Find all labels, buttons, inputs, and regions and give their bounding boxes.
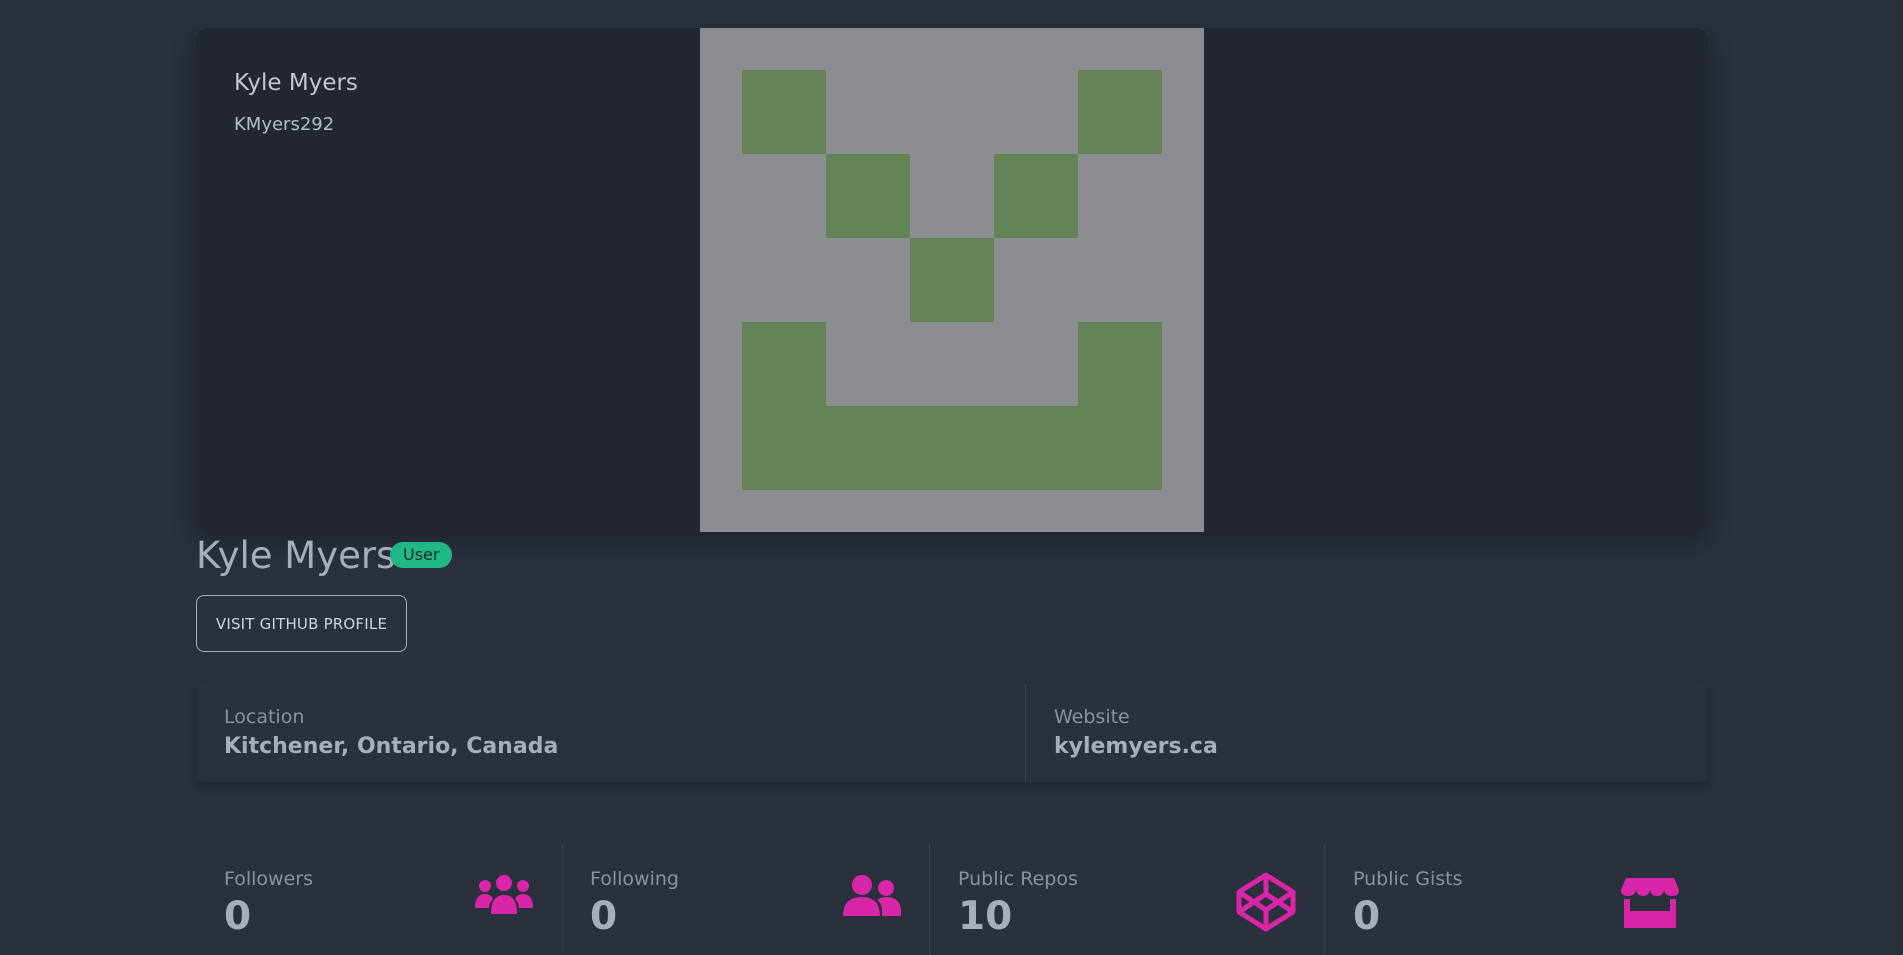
- followers-label: Followers: [224, 868, 313, 890]
- website-link[interactable]: kylemyers.ca: [1054, 734, 1218, 759]
- public-repos-value: 10: [958, 894, 1013, 939]
- codepen-icon: [1236, 872, 1296, 932]
- following-value: 0: [590, 894, 618, 939]
- users-icon: [475, 875, 533, 914]
- public-gists-value: 0: [1353, 894, 1381, 939]
- info-divider: [1025, 684, 1026, 782]
- avatar: [700, 28, 1204, 532]
- location-value: Kitchener, Ontario, Canada: [224, 734, 559, 759]
- profile-hero-card: Kyle Myers KMyers292: [196, 28, 1708, 532]
- stats-card: Followers 0 Following 0 Public Repos 10: [196, 844, 1708, 955]
- public-repos-label: Public Repos: [958, 868, 1078, 890]
- followers-value: 0: [224, 894, 252, 939]
- stat-divider: [1324, 844, 1325, 955]
- stat-divider: [929, 844, 930, 955]
- website-label: Website: [1054, 706, 1130, 728]
- location-label: Location: [224, 706, 305, 728]
- following-label: Following: [590, 868, 679, 890]
- visit-github-profile-button[interactable]: VISIT GITHUB PROFILE: [196, 595, 407, 652]
- user-type-badge: User: [390, 542, 453, 568]
- user-friends-icon: [843, 875, 901, 916]
- hero-name: Kyle Myers: [234, 70, 358, 96]
- public-gists-label: Public Gists: [1353, 868, 1463, 890]
- profile-name: Kyle Myers: [196, 534, 396, 577]
- hero-login: KMyers292: [234, 114, 335, 135]
- stat-divider: [562, 844, 563, 955]
- store-icon: [1621, 878, 1679, 928]
- info-card: Location Kitchener, Ontario, Canada Webs…: [196, 684, 1708, 782]
